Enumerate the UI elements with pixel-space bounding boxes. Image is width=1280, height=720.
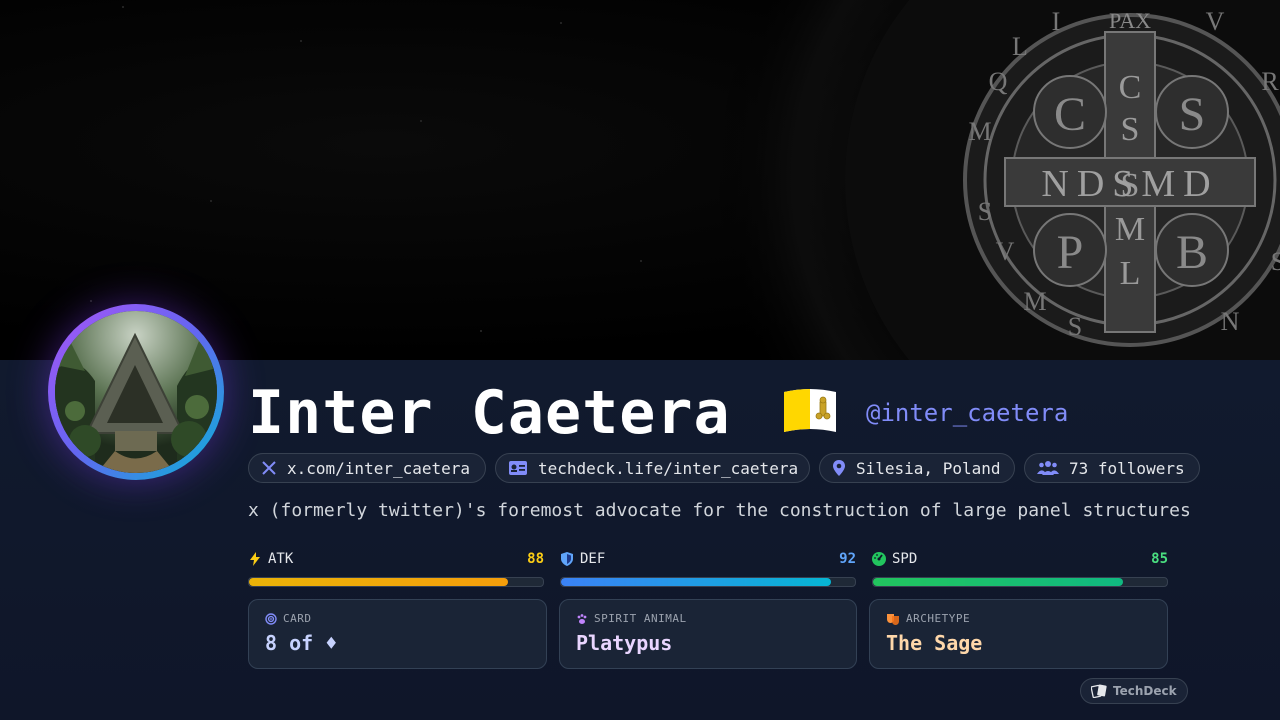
- card-archetype: ARCHETYPE The Sage: [869, 599, 1168, 669]
- medal-rim-11: I: [1052, 7, 1061, 36]
- bio-text: x (formerly twitter)'s foremost advocate…: [248, 500, 1191, 521]
- medal-corner-p: P: [1057, 226, 1084, 279]
- medal-vertical-4: L: [1120, 255, 1141, 292]
- target-icon: [265, 612, 277, 625]
- medal-rim-7: S: [978, 197, 992, 226]
- chip-followers[interactable]: 73 followers: [1024, 453, 1200, 483]
- speedometer-icon: [872, 552, 886, 566]
- chip-label: Silesia, Poland: [856, 458, 1001, 478]
- card-playing-card: CARD 8 of ♦: [248, 599, 547, 669]
- playing-cards-icon: [1091, 684, 1107, 698]
- stat-label: DEF: [580, 551, 606, 567]
- medal-corner-c: C: [1054, 88, 1086, 141]
- medal-rim-5: M: [1023, 287, 1046, 316]
- medal-rim-0: V: [1206, 7, 1225, 36]
- stat-def: DEF 92: [560, 548, 856, 588]
- stat-value: 92: [839, 551, 856, 567]
- stat-bar-fill: [249, 578, 508, 586]
- medal-corner-b: B: [1176, 226, 1208, 279]
- card-label: SPIRIT ANIMAL: [594, 612, 687, 625]
- banner: C S P B C S S M L NDSMD PAX V R S N S M: [0, 0, 1280, 361]
- stat-atk: ATK 88: [248, 548, 544, 588]
- stat-bar: [248, 577, 544, 587]
- chip-label: techdeck.life/inter_caetera: [538, 458, 799, 478]
- medal-rim-9: Q: [989, 67, 1008, 96]
- chip-techdeck-link[interactable]: techdeck.life/inter_caetera: [495, 453, 810, 483]
- medal-rim-6: V: [996, 237, 1015, 266]
- stat-bar-fill: [873, 578, 1123, 586]
- medal-corner-s: S: [1179, 88, 1206, 141]
- id-card-icon: [509, 461, 527, 475]
- medal-vertical-1: S: [1121, 111, 1140, 148]
- avatar: [48, 304, 224, 480]
- user-handle[interactable]: @inter_caetera: [866, 399, 1068, 427]
- bolt-icon: [250, 552, 260, 566]
- card-value: The Sage: [886, 631, 983, 655]
- chip-x-profile[interactable]: x.com/inter_caetera: [248, 453, 486, 483]
- stat-bar: [872, 577, 1168, 587]
- avatar-image: [55, 311, 217, 473]
- chip-label: x.com/inter_caetera: [287, 458, 471, 478]
- brand-label: TechDeck: [1113, 684, 1177, 698]
- chip-location: Silesia, Poland: [819, 453, 1015, 483]
- medal-pax: PAX: [1109, 8, 1151, 33]
- card-value: 8 of ♦: [265, 631, 338, 655]
- card-value: Platypus: [576, 631, 673, 655]
- vatican-flag-icon: [782, 386, 838, 436]
- theater-masks-icon: [887, 613, 899, 625]
- medal-rim-3: N: [1221, 307, 1240, 336]
- medal-vertical-3: M: [1115, 211, 1145, 248]
- medal-rim-1: R: [1261, 67, 1279, 96]
- stat-label: SPD: [892, 551, 918, 567]
- saint-benedict-medal: C S P B C S S M L NDSMD PAX V R S N S M: [680, 0, 1280, 360]
- stat-label: ATK: [268, 551, 294, 567]
- users-icon: [1037, 461, 1059, 475]
- location-pin-icon: [833, 460, 845, 476]
- card-label: ARCHETYPE: [906, 612, 971, 625]
- chip-label: 73 followers: [1069, 458, 1185, 478]
- card-spirit-animal: SPIRIT ANIMAL Platypus: [559, 599, 857, 669]
- stat-value: 88: [527, 551, 544, 567]
- stat-value: 85: [1151, 551, 1168, 567]
- stat-spd: SPD 85: [872, 548, 1168, 588]
- medal-rim-8: M: [968, 117, 991, 146]
- techdeck-brand[interactable]: TechDeck: [1080, 678, 1188, 704]
- medal-vertical-0: C: [1119, 69, 1142, 106]
- paw-icon: [577, 613, 587, 624]
- medal-rim-2: S: [1271, 247, 1280, 276]
- shield-icon: [561, 552, 573, 566]
- stat-bar: [560, 577, 856, 587]
- x-logo-icon: [262, 461, 276, 475]
- medal-horizontal: NDSMD: [1041, 163, 1218, 205]
- stat-bar-fill: [561, 578, 832, 586]
- medal-rim-4: S: [1068, 312, 1082, 341]
- display-name: Inter Caetera: [248, 378, 731, 448]
- card-label: CARD: [283, 612, 312, 625]
- medal-rim-10: L: [1012, 32, 1028, 61]
